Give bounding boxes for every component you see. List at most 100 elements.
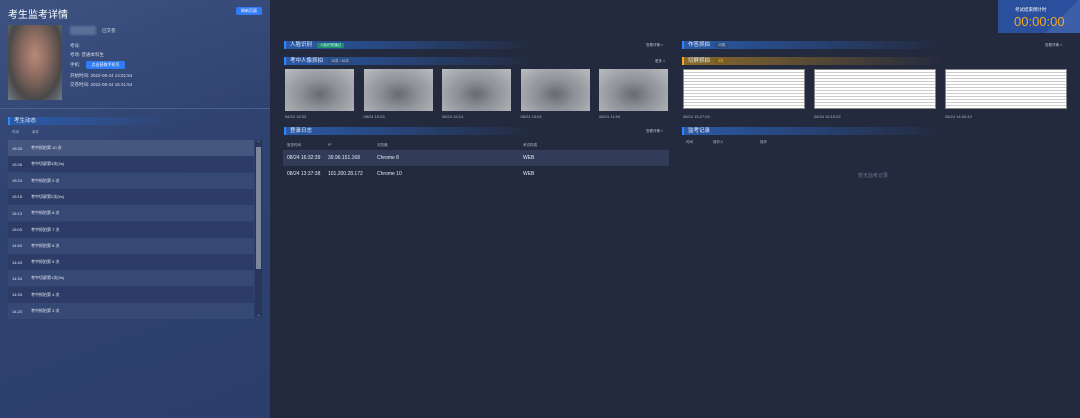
- activity-row: 14:33 考中抓拍第 4 次: [8, 286, 254, 303]
- capture-more-link[interactable]: 更多 >: [655, 59, 665, 64]
- login-ip: 39.96.151.168: [328, 155, 360, 161]
- col-operation: 操作: [760, 140, 767, 144]
- student-panel: 考生监考详情 刷新页面 已交卷 考号: 考场: 普通本科生 手机: 点击获取手机…: [0, 0, 270, 418]
- activity-time: 14:23: [12, 308, 23, 314]
- login-header: 登录日志: [284, 127, 534, 135]
- activity-time: 14:33: [12, 292, 23, 298]
- answer-badge: 10张: [715, 42, 729, 48]
- capture-time: 08/24 15:14: [442, 114, 464, 119]
- col-ip: IP: [328, 143, 332, 147]
- face-header: 人脸识别 人脸识别通过: [284, 41, 534, 49]
- activity-row: 15:23 考中抓拍第 9 次: [8, 172, 254, 189]
- activity-event: 考中切屏第3次(3s): [31, 161, 65, 167]
- activity-row: 14:34 考中切屏第1次(9s): [8, 270, 254, 287]
- switch-screenshot[interactable]: [683, 69, 805, 109]
- activity-row: 15:03 考中抓拍第 7 次: [8, 221, 254, 238]
- activity-time: 15:13: [12, 210, 23, 216]
- activity-event: 考中抓拍第 8 次: [31, 210, 60, 216]
- capture-thumbnail[interactable]: [520, 69, 590, 111]
- page-title: 考生监考详情: [8, 10, 68, 21]
- status-text: 已交卷: [102, 28, 116, 33]
- activity-event: 考中切屏第1次(9s): [31, 275, 65, 281]
- login-time: 08/24 16:32:39: [287, 155, 321, 161]
- countdown-box: 考试结束倒计时 00:00:00: [998, 0, 1080, 33]
- activity-event: 考中抓拍第 9 次: [31, 177, 60, 183]
- capture-time: 08/24 15:23: [363, 114, 385, 119]
- switch-time: 08/24 15:15:52: [814, 114, 841, 119]
- login-browser: Chrome 8: [377, 155, 399, 161]
- activity-event: 考中抓拍第 5 次: [31, 259, 60, 265]
- activity-title: 考生动态: [14, 118, 37, 124]
- activity-row: 15:33 考中抓拍第 10 次: [8, 140, 254, 156]
- capture-thumbnail[interactable]: [363, 69, 433, 111]
- activity-time: 15:15: [12, 194, 23, 200]
- activity-time: 14:34: [12, 275, 23, 281]
- login-browser: Chrome 10: [377, 171, 402, 177]
- activity-event: 考中抓拍第 3 次: [31, 308, 60, 313]
- activity-event: 考中抓拍第 7 次: [31, 226, 60, 232]
- countdown-value: 00:00:00: [1014, 14, 1065, 29]
- capture-time: 08/24 15:33: [285, 114, 307, 119]
- scroll-up-icon[interactable]: ⌃: [255, 140, 262, 146]
- login-time: 08/24 13:37:38: [287, 171, 321, 177]
- switch-screenshot[interactable]: [945, 69, 1067, 109]
- answer-title: 作答抓拍: [688, 42, 711, 48]
- login-detail-link[interactable]: 查看详情 >: [646, 129, 663, 134]
- face-detail-link[interactable]: 查看详情 >: [646, 43, 663, 48]
- activity-row: 14:23 考中抓拍第 3 次: [8, 303, 254, 319]
- activity-time: 15:26: [12, 161, 23, 167]
- capture-badge: 10次 / 10次: [328, 58, 352, 64]
- col-operator: 操作人: [713, 140, 724, 144]
- face-title: 人脸识别: [290, 42, 313, 48]
- proctor-header: 监考记录: [682, 127, 942, 135]
- activity-row: 14:43 考中抓拍第 5 次: [8, 254, 254, 271]
- scroll-down-icon[interactable]: ⌄: [255, 312, 262, 317]
- login-ip: 101.200.28.172: [328, 171, 363, 177]
- login-row: 08/24 13:37:38 101.200.28.172 Chrome 10 WEB: [283, 166, 669, 182]
- start-time: 开始时间: 2022-08-24 14:01:54: [70, 73, 133, 78]
- get-phone-button[interactable]: 点击获取手机号: [86, 61, 125, 69]
- refresh-button[interactable]: 刷新页面: [236, 7, 262, 15]
- countdown-label: 考试结束倒计时: [1015, 7, 1047, 12]
- switch-header: 切屏抓拍 3次: [682, 57, 942, 65]
- activity-time: 15:03: [12, 227, 23, 232]
- login-row: 08/24 16:32:39 39.96.151.168 Chrome 8 WEB: [283, 150, 669, 166]
- activity-time: 14:53: [12, 243, 23, 249]
- col-login-time: 登录时间: [287, 142, 301, 147]
- exam-no: 考号:: [70, 43, 81, 48]
- login-terminal: WEB: [523, 155, 535, 161]
- activity-time: 15:33: [12, 145, 23, 151]
- col-time: 时间: [12, 130, 19, 134]
- capture-thumbnail[interactable]: [442, 69, 511, 111]
- capture-title: 考中人像抓拍: [290, 58, 324, 64]
- capture-thumbnail[interactable]: [285, 69, 354, 111]
- activity-header: 考生动态: [8, 117, 173, 125]
- switch-badge: 3次: [715, 58, 727, 64]
- switch-title: 切屏抓拍: [688, 58, 711, 64]
- student-photo: [8, 25, 62, 100]
- capture-time: 08/24 15:04: [520, 114, 542, 119]
- activity-event: 考中抓拍第 6 次: [31, 242, 60, 248]
- scrollbar[interactable]: ⌃ ⌄: [255, 140, 262, 317]
- activity-row: 15:13 考中抓拍第 8 次: [8, 205, 254, 222]
- activity-event: 考中抓拍第 10 次: [31, 145, 62, 150]
- login-title: 登录日志: [290, 128, 313, 134]
- divider: [0, 108, 270, 109]
- activity-time: 15:23: [12, 178, 23, 184]
- empty-proctor-text: 暂无监考记录: [858, 173, 889, 179]
- col-proctor-time: 时间: [686, 140, 693, 144]
- exam-room: 考场: 普通本科生: [70, 52, 104, 57]
- proctor-title: 监考记录: [688, 128, 711, 134]
- submit-time: 交卷时间: 2022-08-24 15:41:54: [70, 82, 133, 87]
- switch-time: 08/24 14:34:43: [945, 114, 972, 119]
- answer-detail-link[interactable]: 查看详情 >: [1045, 43, 1062, 48]
- answer-header: 作答抓拍 10张: [682, 41, 942, 49]
- col-browser: 浏览器: [377, 142, 388, 147]
- capture-thumbnail[interactable]: [599, 69, 668, 111]
- phone-label: 手机:: [70, 62, 81, 67]
- switch-screenshot[interactable]: [814, 69, 936, 109]
- activity-time: 14:43: [12, 259, 23, 265]
- capture-header: 考中人像抓拍 10次 / 10次: [284, 57, 534, 65]
- scroll-thumb[interactable]: [256, 147, 261, 269]
- switch-time: 08/24 15:27:04: [683, 114, 710, 119]
